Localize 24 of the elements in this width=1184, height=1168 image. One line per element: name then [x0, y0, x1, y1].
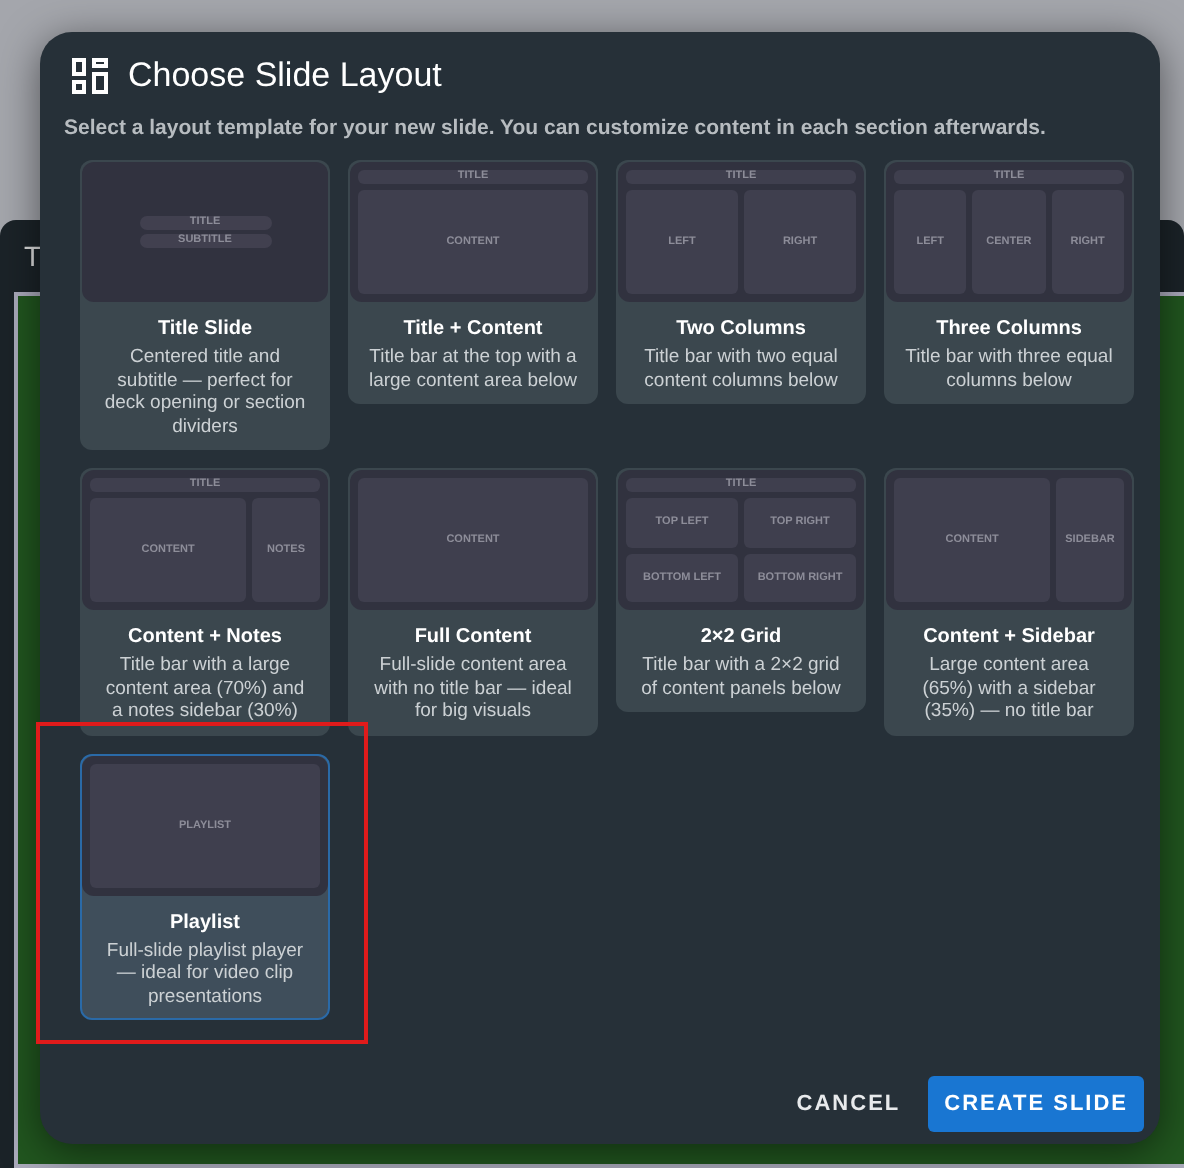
layout-description: Centered title and subtitle — perfect for deck opening or section dividers: [102, 346, 308, 438]
layout-description: Title bar at the top with a large content area below: [366, 346, 580, 392]
layout-icon: [70, 56, 110, 96]
layout-description: Title bar with a 2×2 grid of content panels below: [639, 654, 843, 700]
app-title: T: [24, 240, 42, 272]
layout-name: Content + Sidebar: [921, 626, 1097, 648]
layout-name: Three Columns: [934, 318, 1084, 340]
layout-description: Title bar with a large content area (70%) and a notes sidebar (30%): [103, 654, 307, 723]
layout-name: Content + Notes: [126, 626, 284, 648]
layout-name: Full Content: [412, 626, 534, 648]
dialog-title: Choose Slide Layout: [128, 56, 442, 96]
create-button[interactable]: CREATE SLIDE: [928, 1076, 1144, 1132]
layout-description: Full-slide content area with no title bar — ideal for big visuals: [372, 654, 574, 723]
layout-name: Title + Content: [401, 318, 545, 340]
layout-name: Title Slide: [155, 318, 255, 340]
cancel-button[interactable]: CANCEL: [784, 1076, 913, 1132]
layout-description: Full-slide playlist player — ideal for video clip presentations: [104, 939, 306, 1008]
layout-name: 2×2 Grid: [698, 626, 784, 648]
layout-name: Two Columns: [674, 318, 808, 340]
layout-description: Title bar with three equal columns below: [903, 346, 1115, 392]
layout-description: Large content area (65%) with a sidebar (35%) — no title bar: [920, 654, 1098, 723]
layout-description: Title bar with two equal content columns below: [642, 346, 840, 392]
layout-name: Playlist: [167, 911, 243, 933]
dialog-subtitle: Select a layout template for your new slide. You can customize content in each section afterwards.: [64, 116, 1048, 140]
